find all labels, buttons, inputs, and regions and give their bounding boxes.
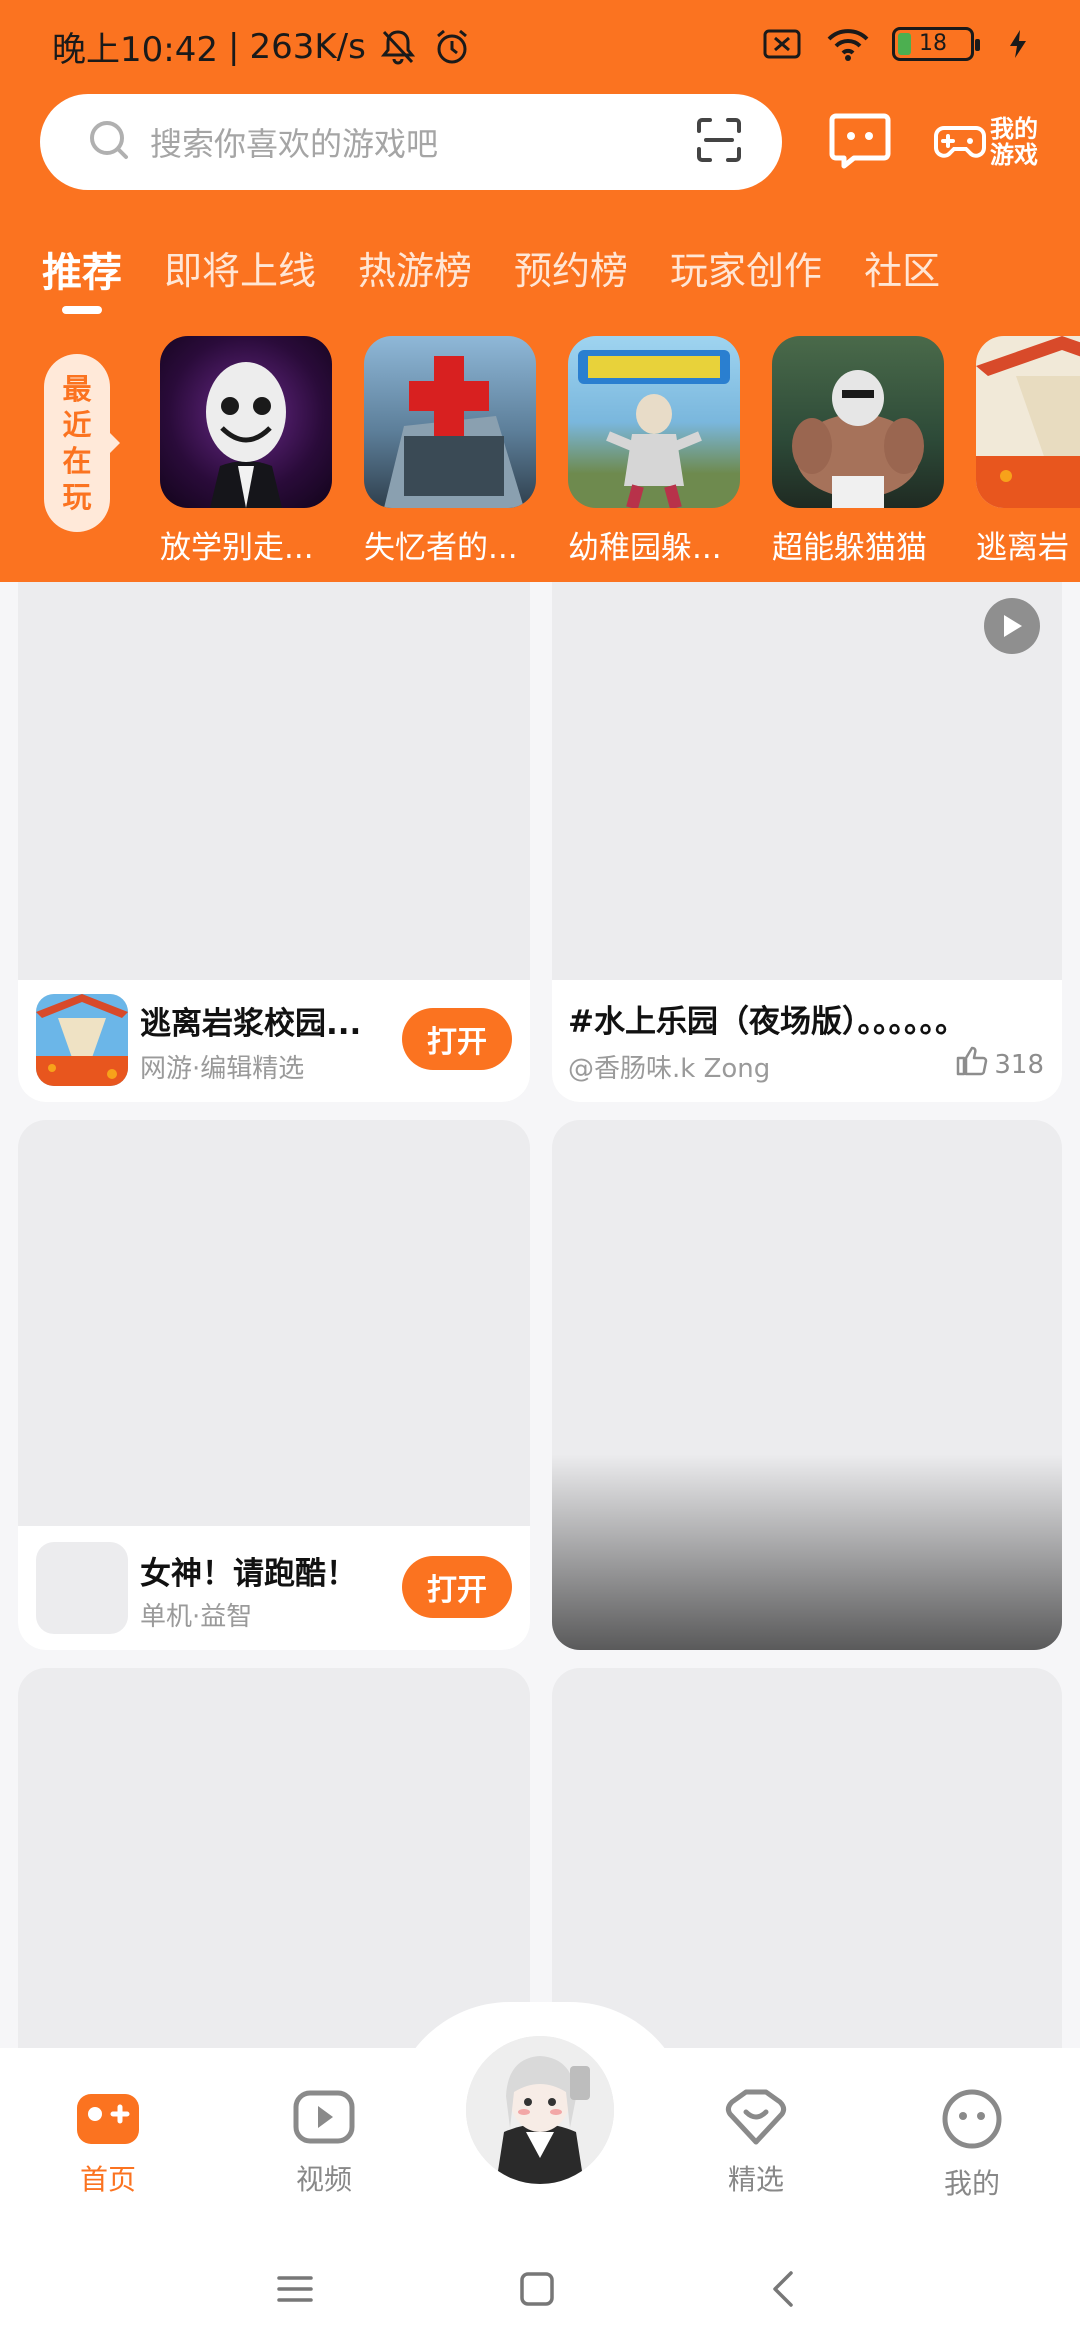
recent-game-name: 失忆者的... bbox=[364, 530, 518, 566]
recent-game-name: 幼稚园躲... bbox=[568, 530, 722, 566]
game-app-icon bbox=[36, 1542, 128, 1634]
game-title: 女神！请跑酷！ bbox=[140, 1556, 357, 1592]
video-card[interactable]: #水上乐园（夜场版）。。。。。。 @香肠味.k Zong 318 bbox=[552, 582, 1062, 1102]
my-games-button[interactable]: 我的 游戏 bbox=[934, 106, 1044, 178]
my-games-label-2: 游戏 bbox=[990, 141, 1038, 169]
tab-recommend[interactable]: 推荐 bbox=[42, 240, 122, 298]
game-thumbnail bbox=[568, 336, 740, 508]
recently-played-label[interactable]: 最 近 在 玩 bbox=[44, 354, 120, 532]
game-app-icon bbox=[36, 994, 128, 1086]
open-button[interactable]: 打开 bbox=[402, 1008, 512, 1070]
open-button[interactable]: 打开 bbox=[402, 1556, 512, 1618]
recent-game[interactable]: 幼稚园躲... bbox=[568, 336, 740, 567]
gamepad-icon bbox=[75, 2088, 141, 2150]
game-card[interactable]: 逃离岩浆校园... 网游·编辑精选 打开 bbox=[18, 582, 530, 1102]
nav-home-label: 首页 bbox=[79, 2163, 136, 2196]
tab-upcoming[interactable]: 即将上线 bbox=[164, 240, 316, 298]
system-home-icon[interactable] bbox=[512, 2264, 562, 2314]
alarm-icon bbox=[430, 25, 474, 69]
category-tabs: 推荐 即将上线 热游榜 预约榜 玩家创作 社区 bbox=[42, 240, 940, 298]
recent-game[interactable]: 逃离岩 bbox=[976, 336, 1080, 567]
game-thumbnail bbox=[772, 336, 944, 508]
avatar[interactable] bbox=[462, 2032, 618, 2188]
video-card[interactable] bbox=[552, 1120, 1062, 1650]
header: 晚上10:42 | 263K/s 18 搜索你喜欢的游戏吧 我的 游戏 推荐 即… bbox=[0, 0, 1080, 582]
bell-muted-icon bbox=[376, 25, 420, 69]
nav-video-label: 视频 bbox=[295, 2163, 352, 2196]
no-sim-icon bbox=[760, 22, 804, 66]
battery-level: 18 bbox=[919, 31, 947, 56]
message-button[interactable] bbox=[824, 106, 896, 178]
card-info: #水上乐园（夜场版）。。。。。。 @香肠味.k Zong 318 bbox=[552, 980, 1062, 1102]
heart-icon bbox=[724, 2088, 788, 2150]
gamepad-icon bbox=[934, 114, 986, 170]
game-thumbnail bbox=[160, 336, 332, 508]
game-card[interactable]: 女神！请跑酷！ 单机·益智 打开 bbox=[18, 1120, 530, 1650]
recent-game-name: 超能躲猫猫 bbox=[772, 530, 927, 566]
battery-indicator: 18 bbox=[892, 27, 980, 61]
nav-home[interactable]: 首页 bbox=[48, 2088, 168, 2198]
nav-profile-label: 我的 bbox=[943, 2167, 1000, 2200]
tab-reservations[interactable]: 预约榜 bbox=[514, 240, 628, 298]
search-icon bbox=[88, 119, 130, 165]
recent-game-name: 放学别走... bbox=[160, 530, 314, 566]
like-count[interactable]: 318 bbox=[956, 1046, 1044, 1083]
game-thumbnail bbox=[976, 336, 1080, 508]
nav-video[interactable]: 视频 bbox=[264, 2088, 384, 2198]
tab-creations[interactable]: 玩家创作 bbox=[670, 240, 822, 298]
game-title: 逃离岩浆校园... bbox=[140, 1006, 362, 1042]
system-menu-icon[interactable] bbox=[270, 2264, 320, 2314]
video-author[interactable]: @香肠味.k Zong bbox=[568, 1048, 770, 1085]
recent-game-name: 逃离岩 bbox=[976, 530, 1069, 566]
status-bar: 晚上10:42 | 263K/s 18 bbox=[0, 0, 1080, 88]
video-icon bbox=[293, 2088, 355, 2150]
network-speed: 263K/s bbox=[249, 26, 366, 67]
search-bar[interactable]: 搜索你喜欢的游戏吧 bbox=[40, 94, 782, 190]
status-time: 晚上10:42 bbox=[52, 30, 218, 70]
game-subtitle: 单机·益智 bbox=[140, 1602, 253, 1632]
face-icon bbox=[941, 2088, 1003, 2154]
card-info: 女神！请跑酷！ 单机·益智 打开 bbox=[18, 1526, 530, 1650]
game-thumbnail bbox=[364, 336, 536, 508]
nav-profile[interactable]: 我的 bbox=[912, 2088, 1032, 2202]
recent-game[interactable]: 超能躲猫猫 bbox=[772, 336, 944, 567]
recent-game[interactable]: 失忆者的... bbox=[364, 336, 536, 567]
game-subtitle: 网游·编辑精选 bbox=[140, 1054, 305, 1084]
message-icon bbox=[828, 108, 892, 176]
active-tab-indicator bbox=[62, 306, 102, 314]
tab-community[interactable]: 社区 bbox=[864, 240, 940, 298]
recently-played-row: 最 近 在 玩 放学别走... 失忆者的... 幼稚园躲... 超能躲猫猫 逃离… bbox=[0, 336, 1080, 576]
charging-icon bbox=[996, 22, 1040, 66]
thumbs-up-icon bbox=[956, 1046, 988, 1083]
nav-featured-label: 精选 bbox=[727, 2163, 784, 2196]
wifi-icon bbox=[826, 22, 870, 66]
search-input[interactable]: 搜索你喜欢的游戏吧 bbox=[150, 119, 696, 165]
tab-hot-games[interactable]: 热游榜 bbox=[358, 240, 472, 298]
my-games-label-1: 我的 bbox=[990, 115, 1038, 143]
scan-icon[interactable] bbox=[696, 117, 742, 167]
system-back-icon[interactable] bbox=[758, 2264, 808, 2314]
nav-featured[interactable]: 精选 bbox=[696, 2088, 816, 2198]
bottom-navigation: 首页 视频 精选 我的 bbox=[0, 2002, 1080, 2340]
card-gradient-overlay bbox=[552, 1454, 1062, 1650]
card-info: 逃离岩浆校园... 网游·编辑精选 打开 bbox=[18, 980, 530, 1102]
play-icon[interactable] bbox=[984, 598, 1040, 654]
video-title: #水上乐园（夜场版）。。。。。。 bbox=[568, 1004, 966, 1040]
recent-game[interactable]: 放学别走... bbox=[160, 336, 332, 567]
